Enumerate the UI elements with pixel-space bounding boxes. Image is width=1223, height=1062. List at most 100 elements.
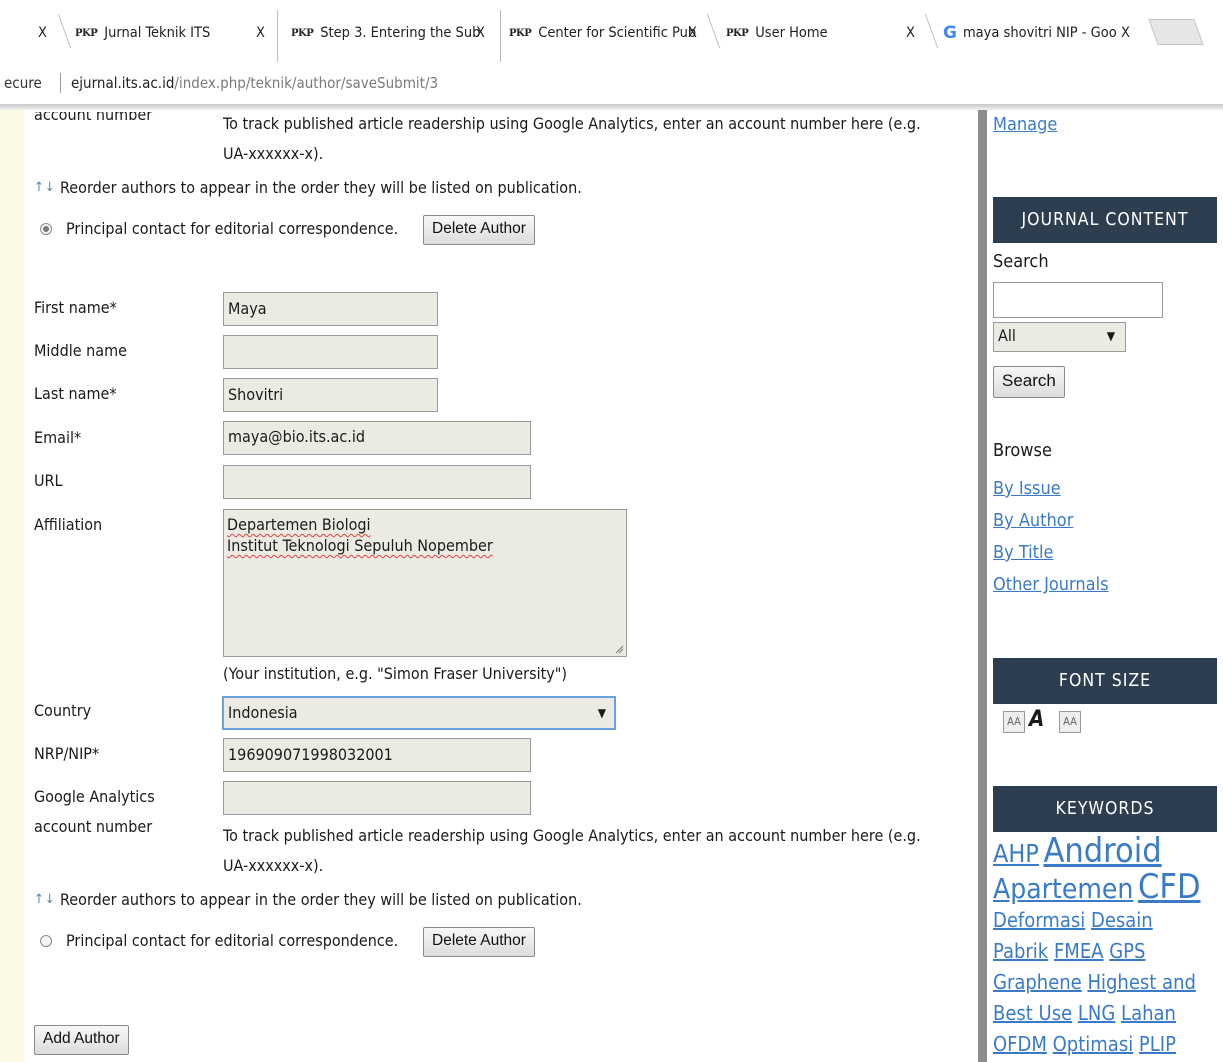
- browse-by-author-link[interactable]: By Author: [993, 510, 1073, 531]
- keyword-link[interactable]: AHP: [993, 839, 1039, 868]
- url-label: URL: [34, 471, 63, 490]
- close-icon[interactable]: X: [906, 18, 915, 48]
- resize-handle-icon[interactable]: [615, 645, 624, 654]
- manage-link[interactable]: Manage: [993, 114, 1057, 135]
- principal-contact-label: Principal contact for editorial correspo…: [66, 931, 399, 950]
- tab-title: User Home: [755, 25, 828, 41]
- tab-title: maya shovitri NIP - Goo: [962, 25, 1117, 41]
- keyword-link[interactable]: Android: [1043, 834, 1161, 871]
- tab-user-home[interactable]: PKP User Home: [726, 18, 828, 48]
- search-input[interactable]: [993, 282, 1163, 318]
- tab-center-scientific[interactable]: PKP Center for Scientific Pub: [509, 18, 696, 48]
- principal-contact-label: Principal contact for editorial correspo…: [66, 219, 399, 238]
- url-field[interactable]: [223, 465, 531, 499]
- dropdown-arrow-icon: ▼: [1106, 329, 1115, 343]
- keyword-link[interactable]: Best Use: [993, 1001, 1072, 1025]
- reorder-text: Reorder authors to appear in the order t…: [60, 178, 582, 197]
- url-text[interactable]: ejurnal.its.ac.id/index.php/teknik/autho…: [71, 74, 438, 92]
- affiliation-line2: Institut Teknologi Sepuluh Nopember: [227, 536, 493, 555]
- delete-author-button[interactable]: Delete Author: [423, 927, 535, 957]
- keyword-link[interactable]: Highest and: [1087, 970, 1195, 994]
- first-name-field[interactable]: Maya: [223, 292, 438, 326]
- delete-author-button[interactable]: Delete Author: [423, 215, 535, 245]
- reorder-arrows-icon[interactable]: ↑↓: [34, 180, 56, 195]
- dropdown-arrow-icon: ▼: [597, 706, 606, 720]
- security-indicator[interactable]: ecure: [4, 74, 42, 92]
- tab-separator: [706, 14, 721, 48]
- pkp-favicon-icon: PKP: [291, 27, 314, 39]
- keyword-link[interactable]: OFDM: [993, 1032, 1047, 1056]
- default-font-icon[interactable]: A: [1029, 707, 1044, 732]
- increase-font-icon[interactable]: AA: [1059, 711, 1081, 733]
- tab-separator: [57, 14, 72, 48]
- browse-heading: Browse: [993, 440, 1052, 461]
- last-name-field[interactable]: Shovitri: [223, 378, 438, 412]
- tab-close-partial[interactable]: X: [38, 18, 47, 48]
- address-bar[interactable]: ecure ejurnal.its.ac.id/index.php/teknik…: [0, 62, 1223, 105]
- pkp-favicon-icon: PKP: [726, 27, 749, 39]
- affiliation-line1: Departemen Biologi: [227, 515, 371, 534]
- last-name-label: Last name*: [34, 384, 117, 403]
- middle-name-field[interactable]: [223, 335, 438, 369]
- ga-label-2: account number: [34, 817, 153, 836]
- decrease-font-icon[interactable]: AA: [1003, 711, 1025, 733]
- tab-jurnal-teknik[interactable]: PKP Jurnal Teknik ITS: [75, 18, 210, 48]
- keyword-link[interactable]: Desain: [1091, 908, 1153, 932]
- close-icon[interactable]: X: [476, 18, 485, 48]
- keyword-link[interactable]: Lahan: [1121, 1001, 1176, 1025]
- tab-title: Step 3. Entering the Sub: [320, 25, 481, 41]
- keyword-link[interactable]: Graphene: [993, 970, 1082, 994]
- ga-account-field[interactable]: [223, 781, 531, 815]
- page-edge: [0, 110, 24, 1062]
- tab-step3[interactable]: PKP Step 3. Entering the Sub: [291, 18, 480, 48]
- affiliation-textarea[interactable]: Departemen Biologi Institut Teknologi Se…: [223, 509, 627, 657]
- browse-by-issue-link[interactable]: By Issue: [993, 478, 1061, 499]
- keyword-link[interactable]: Optimasi: [1053, 1032, 1134, 1056]
- email-label: Email*: [34, 428, 82, 447]
- keyword-cloud: AHP Android Apartemen CFD Deformasi Desa…: [993, 834, 1221, 1062]
- font-size-title: FONT SIZE: [993, 658, 1217, 704]
- search-label: Search: [993, 251, 1049, 272]
- keyword-link[interactable]: FMEA: [1054, 939, 1104, 963]
- search-scope-select[interactable]: All ▼: [993, 322, 1126, 352]
- keyword-link[interactable]: LNG: [1078, 1001, 1115, 1025]
- pkp-favicon-icon: PKP: [75, 27, 98, 39]
- middle-name-label: Middle name: [34, 341, 127, 360]
- first-name-label: First name*: [34, 298, 117, 317]
- principal-contact-radio[interactable]: [40, 935, 52, 947]
- country-select[interactable]: Indonesia ▼: [222, 696, 616, 730]
- affiliation-help: (Your institution, e.g. "Simon Fraser Un…: [223, 664, 567, 683]
- keyword-link[interactable]: CFD: [1138, 867, 1201, 907]
- tab-title: Jurnal Teknik ITS: [104, 25, 211, 41]
- keyword-link[interactable]: Apartemen: [993, 872, 1133, 905]
- sidebar-divider: [978, 110, 987, 1062]
- browser-tab-bar: X PKP Jurnal Teknik ITS X PKP Step 3. En…: [0, 0, 1223, 62]
- ga-help-line2: UA-xxxxxx-x).: [223, 856, 324, 875]
- new-tab-button[interactable]: [1148, 19, 1204, 45]
- keyword-link[interactable]: Pabrik: [993, 939, 1048, 963]
- keyword-link[interactable]: Deformasi: [993, 908, 1085, 932]
- pkp-favicon-icon: PKP: [509, 27, 532, 39]
- close-icon[interactable]: X: [688, 18, 697, 48]
- keyword-link[interactable]: PLIP: [1139, 1032, 1176, 1056]
- journal-content-title: JOURNAL CONTENT: [993, 197, 1217, 243]
- tab-google-search[interactable]: G maya shovitri NIP - Goo: [943, 18, 1117, 48]
- tab-title: Center for Scientific Pub: [538, 25, 697, 41]
- close-icon[interactable]: X: [256, 18, 265, 48]
- ga-help-line2: UA-xxxxxx-x).: [223, 144, 324, 163]
- nip-field[interactable]: 196909071998032001: [223, 738, 531, 772]
- google-icon: G: [943, 23, 957, 43]
- search-scope-value: All: [998, 326, 1016, 345]
- close-icon[interactable]: X: [1121, 18, 1130, 48]
- search-button[interactable]: Search: [993, 366, 1065, 398]
- principal-contact-radio[interactable]: [40, 223, 52, 235]
- reorder-arrows-icon[interactable]: ↑↓: [34, 892, 56, 907]
- affiliation-label: Affiliation: [34, 515, 103, 534]
- browse-by-title-link[interactable]: By Title: [993, 542, 1053, 563]
- keyword-link[interactable]: GPS: [1109, 939, 1145, 963]
- email-field[interactable]: maya@bio.its.ac.id: [223, 421, 531, 455]
- close-icon[interactable]: X: [38, 25, 47, 41]
- add-author-button[interactable]: Add Author: [34, 1025, 129, 1055]
- country-value: Indonesia: [228, 703, 298, 722]
- other-journals-link[interactable]: Other Journals: [993, 574, 1109, 595]
